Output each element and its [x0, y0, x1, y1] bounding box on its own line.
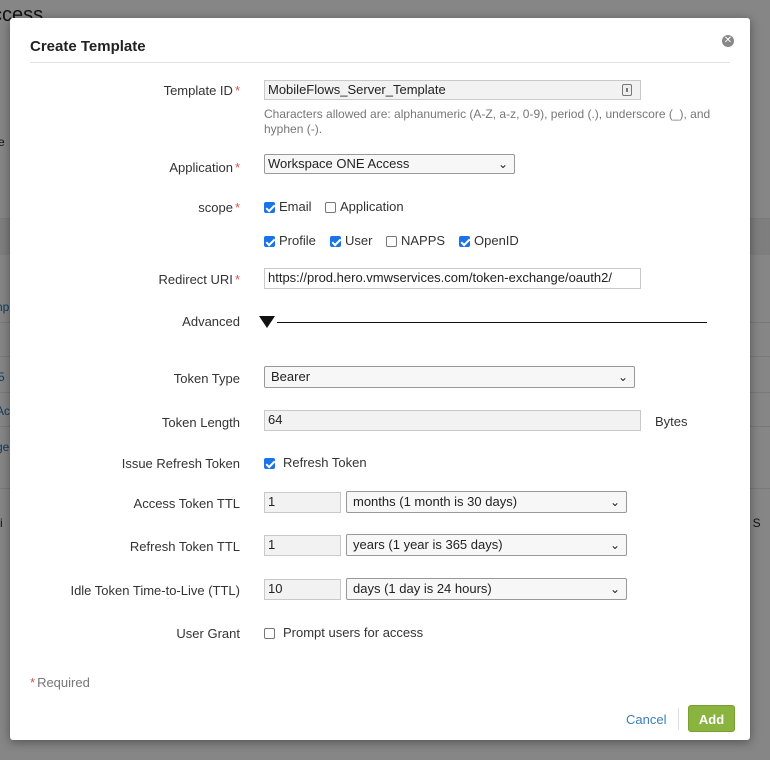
- checkbox-unchecked[interactable]: [264, 628, 275, 639]
- redirect-uri-label-text: Redirect URI: [158, 272, 233, 287]
- scope-user-checkbox[interactable]: User: [330, 233, 372, 248]
- access-token-ttl-input[interactable]: 1: [264, 492, 341, 513]
- required-marker: *: [234, 200, 240, 215]
- checkbox-checked[interactable]: [459, 236, 470, 247]
- token-length-label: Token Length: [161, 415, 240, 430]
- token-length-units: Bytes: [655, 414, 688, 429]
- template-id-label: Template ID *: [164, 83, 240, 98]
- checkbox-checked[interactable]: [264, 202, 275, 213]
- token-type-selected: Bearer: [271, 369, 311, 384]
- idle-token-ttl-value: 10: [268, 581, 283, 596]
- required-marker: *: [234, 160, 240, 175]
- token-length-input[interactable]: 64: [264, 410, 641, 431]
- advanced-divider: [277, 322, 707, 323]
- chevron-down-icon: ⌄: [609, 582, 620, 596]
- footer-divider: [678, 708, 679, 730]
- refresh-token-option-label: Refresh Token: [283, 455, 367, 470]
- close-icon[interactable]: ✕: [722, 35, 734, 47]
- add-button[interactable]: Add: [688, 705, 735, 732]
- idle-token-ttl-unit-select[interactable]: days (1 day is 24 hours) ⌄: [346, 578, 627, 600]
- token-type-label: Token Type: [173, 371, 240, 386]
- access-token-ttl-value: 1: [268, 494, 276, 509]
- idle-token-ttl-input[interactable]: 10: [264, 579, 341, 600]
- required-note: * Required: [30, 675, 90, 690]
- credential-icon: [622, 84, 632, 96]
- chevron-down-icon: ⌄: [497, 157, 508, 171]
- scope-option-label: User: [345, 233, 373, 248]
- chevron-down-icon: ⌄: [617, 370, 628, 384]
- access-token-ttl-label: Access Token TTL: [133, 496, 240, 511]
- refresh-token-ttl-unit-select[interactable]: years (1 year is 365 days) ⌄: [346, 534, 627, 556]
- access-token-ttl-unit-select[interactable]: months (1 month is 30 days) ⌄: [346, 491, 627, 513]
- checkbox-unchecked[interactable]: [386, 236, 397, 247]
- scope-email-checkbox[interactable]: Email: [264, 199, 312, 214]
- refresh-token-ttl-value: 1: [268, 537, 276, 552]
- advanced-label: Advanced: [182, 314, 240, 329]
- redirect-uri-label: Redirect URI *: [159, 272, 240, 287]
- refresh-token-ttl-unit: years (1 year is 365 days): [353, 537, 503, 552]
- required-marker: *: [234, 83, 240, 98]
- prompt-users-checkbox[interactable]: Prompt users for access: [264, 625, 423, 640]
- application-label-text: Application: [169, 160, 233, 175]
- scope-label-text: scope: [198, 200, 233, 215]
- template-id-value: MobileFlows_Server_Template: [268, 82, 446, 97]
- required-marker: *: [234, 272, 240, 287]
- dialog-title: Create Template: [30, 38, 146, 55]
- checkbox-unchecked[interactable]: [325, 202, 336, 213]
- application-select[interactable]: Workspace ONE Access ⌄: [264, 154, 515, 174]
- scope-option-label: Email: [279, 199, 312, 214]
- redirect-uri-value: https://prod.hero.vmwservices.com/token-…: [268, 270, 612, 285]
- template-id-input[interactable]: MobileFlows_Server_Template: [264, 80, 641, 100]
- prompt-users-option-label: Prompt users for access: [283, 625, 424, 640]
- scope-option-label: NAPPS: [401, 233, 446, 248]
- create-template-dialog: Create Template ✕ Template ID * MobileFlo…: [10, 18, 750, 740]
- application-selected: Workspace ONE Access: [268, 156, 410, 171]
- idle-token-ttl-unit: days (1 day is 24 hours): [353, 581, 492, 596]
- template-id-label-text: Template ID: [163, 83, 233, 98]
- scope-napps-checkbox[interactable]: NAPPS: [386, 233, 445, 248]
- refresh-token-ttl-label: Refresh Token TTL: [129, 539, 240, 554]
- chevron-down-icon: ⌄: [609, 495, 620, 509]
- chevron-down-icon: ⌄: [609, 538, 620, 552]
- refresh-token-ttl-input[interactable]: 1: [264, 535, 341, 556]
- scope-label: scope *: [198, 200, 240, 215]
- required-marker: *: [30, 675, 36, 690]
- token-type-select[interactable]: Bearer ⌄: [264, 366, 635, 388]
- application-label: Application *: [169, 160, 240, 175]
- expand-triangle-icon[interactable]: [259, 316, 275, 328]
- idle-token-ttl-label: Idle Token Time-to-Live (TTL): [70, 583, 240, 598]
- scope-option-label: Application: [340, 199, 404, 214]
- checkbox-checked[interactable]: [264, 458, 275, 469]
- refresh-token-checkbox[interactable]: Refresh Token: [264, 455, 367, 470]
- user-grant-label: User Grant: [176, 626, 240, 641]
- scope-openid-checkbox[interactable]: OpenID: [459, 233, 519, 248]
- token-length-value: 64: [268, 412, 283, 427]
- cancel-button[interactable]: Cancel: [626, 712, 666, 727]
- access-token-ttl-unit: months (1 month is 30 days): [353, 494, 518, 509]
- scope-option-label: OpenID: [474, 233, 519, 248]
- required-note-text: Required: [37, 675, 90, 690]
- checkbox-checked[interactable]: [264, 236, 275, 247]
- scope-profile-checkbox[interactable]: Profile: [264, 233, 316, 248]
- scope-option-label: Profile: [279, 233, 316, 248]
- issue-refresh-token-label: Issue Refresh Token: [121, 456, 240, 471]
- checkbox-checked[interactable]: [330, 236, 341, 247]
- redirect-uri-input[interactable]: https://prod.hero.vmwservices.com/token-…: [264, 268, 641, 289]
- title-divider: [30, 62, 730, 63]
- scope-application-checkbox[interactable]: Application: [325, 199, 404, 214]
- template-id-help: Characters allowed are: alphanumeric (A-…: [264, 107, 711, 136]
